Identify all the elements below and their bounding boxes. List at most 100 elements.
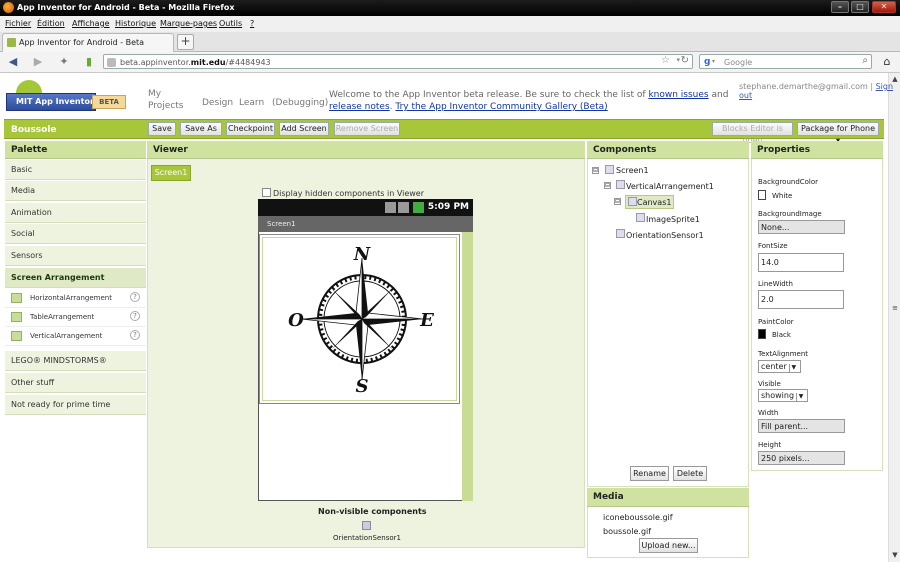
back-icon[interactable]: ◀	[6, 55, 20, 69]
rename-button[interactable]: Rename	[630, 466, 669, 481]
checkpoint-button[interactable]: Checkpoint	[226, 122, 275, 136]
width-picker[interactable]: Fill parent...	[758, 419, 845, 433]
background-image-picker[interactable]: None...	[758, 220, 845, 234]
google-icon: g	[704, 57, 711, 67]
url-dropdown-icon[interactable]: ▾	[676, 56, 680, 64]
menu-fichier[interactable]: Fichier	[5, 19, 31, 28]
background-color-value[interactable]: White	[772, 192, 792, 200]
blocks-editor-button[interactable]: Blocks Editor is open	[712, 122, 793, 145]
remove-screen-button[interactable]: Remove Screen	[334, 122, 400, 136]
visible-select[interactable]: showing ▼	[758, 389, 809, 402]
tree-item-screen1[interactable]: Screen1	[616, 166, 649, 175]
palette-category-basic[interactable]: Basic	[5, 160, 146, 180]
menu-affichage[interactable]: Affichage	[72, 19, 110, 28]
background-color-swatch[interactable]	[758, 190, 766, 200]
palette-category-lego[interactable]: LEGO® MINDSTORMS®	[5, 351, 146, 371]
screen-tab[interactable]: Screen1	[151, 165, 191, 181]
palette-category-other-stuff[interactable]: Other stuff	[5, 373, 146, 393]
help-icon[interactable]: ?	[130, 330, 140, 340]
nav-design[interactable]: Design	[202, 98, 233, 108]
reload-icon[interactable]: ↻	[681, 55, 689, 66]
sprite-icon	[636, 213, 645, 222]
new-tab-button[interactable]: +	[177, 34, 194, 50]
addons-icon[interactable]: ✦	[57, 55, 71, 69]
palette-header: Palette	[5, 141, 146, 159]
delete-button[interactable]: Delete	[673, 466, 707, 481]
nav-debugging[interactable]: (Debugging)	[272, 98, 328, 108]
palette-item-horizontal-arrangement[interactable]: HorizontalArrangement ?	[5, 289, 146, 308]
upload-new-button[interactable]: Upload new...	[639, 538, 698, 553]
browser-tab[interactable]: App Inventor for Android - Beta	[2, 33, 174, 52]
tree-item-orientationsensor1[interactable]: OrientationSensor1	[626, 231, 704, 240]
engine-dropdown-icon[interactable]: ▾	[712, 58, 715, 65]
compass-rose-icon[interactable]: N E S O	[263, 238, 456, 400]
display-hidden-checkbox[interactable]: Display hidden components in Viewer	[262, 188, 424, 198]
tree-item-canvas1[interactable]: Canvas1	[625, 195, 675, 209]
account-info: stephane.demarthe@gmail.com | Sign out	[739, 82, 894, 100]
compass-north-label: N	[353, 244, 372, 265]
gallery-link[interactable]: Try the App Inventor Community Gallery (…	[395, 102, 607, 112]
paint-color-swatch[interactable]	[758, 329, 766, 339]
palette-item-table-arrangement[interactable]: TableArrangement ?	[5, 308, 146, 327]
tree-item-vertical-arrangement1[interactable]: VerticalArrangement1	[626, 182, 714, 191]
close-button[interactable]: ✕	[872, 1, 896, 13]
tree-toggle-icon[interactable]: ⊟	[592, 167, 599, 174]
beta-badge: BETA	[92, 95, 126, 109]
known-issues-link[interactable]: known issues	[648, 90, 708, 100]
palette-category-media[interactable]: Media	[5, 181, 146, 201]
minimize-button[interactable]: –	[831, 1, 849, 13]
font-size-input[interactable]: 14.0	[758, 253, 844, 272]
media-file-1[interactable]: iconeboussole.gif	[603, 513, 673, 522]
compass-south-label: S	[356, 376, 369, 397]
page-scrollbar[interactable]: ▲ ≡ ▼	[888, 73, 900, 562]
height-picker[interactable]: 250 pixels...	[758, 451, 845, 465]
url-bar[interactable]: beta.appinventor.mit.edu/#4484943 ☆ ▾ ↻	[103, 54, 693, 69]
scroll-down-icon[interactable]: ▼	[891, 551, 899, 559]
scroll-thumb-grip[interactable]: ≡	[891, 304, 899, 312]
palette-category-social[interactable]: Social	[5, 224, 146, 244]
palette-category-animation[interactable]: Animation	[5, 203, 146, 223]
signal-icon[interactable]: ▮	[82, 55, 96, 69]
maximize-button[interactable]: □	[851, 1, 869, 13]
menu-edition[interactable]: Édition	[37, 19, 65, 28]
text-alignment-select[interactable]: center ▼	[758, 360, 801, 373]
help-icon[interactable]: ?	[130, 311, 140, 321]
account-email: stephane.demarthe@gmail.com	[739, 82, 868, 91]
bookmark-star-icon[interactable]: ☆	[661, 55, 670, 66]
tree-toggle-icon[interactable]: ⊟	[614, 198, 621, 205]
palette-category-sensors[interactable]: Sensors	[5, 246, 146, 266]
palette-category-not-ready[interactable]: Not ready for prime time	[5, 395, 146, 415]
release-notes-link[interactable]: release notes	[329, 102, 390, 112]
prop-label-line-width: LineWidth	[758, 280, 793, 288]
save-button[interactable]: Save	[148, 122, 176, 136]
menu-marque-pages[interactable]: Marque-pages	[160, 19, 217, 28]
app-inventor-logo[interactable]: MIT App Inventor BETA	[6, 80, 126, 114]
nav-my-projects[interactable]: My Projects	[148, 88, 188, 112]
media-file-2[interactable]: boussole.gif	[603, 527, 651, 536]
add-screen-button[interactable]: Add Screen	[279, 122, 329, 136]
checkbox-icon[interactable]	[262, 188, 271, 197]
canvas-icon	[628, 197, 637, 206]
canvas-preview[interactable]: N E S O	[262, 237, 457, 401]
nav-learn[interactable]: Learn	[239, 98, 264, 108]
menu-outils[interactable]: Outils	[219, 19, 242, 28]
prop-label-width: Width	[758, 409, 779, 417]
menu-historique[interactable]: Historique	[115, 19, 156, 28]
palette-item-vertical-arrangement[interactable]: VerticalArrangement ?	[5, 327, 146, 346]
help-icon[interactable]: ?	[130, 292, 140, 302]
battery-icon	[413, 202, 424, 213]
menu-help[interactable]: ?	[250, 19, 254, 28]
search-icon[interactable]: ⌕	[862, 55, 868, 66]
tree-toggle-icon[interactable]: ⊟	[604, 182, 611, 189]
palette-category-screen-arrangement[interactable]: Screen Arrangement	[5, 268, 146, 288]
tree-item-imagesprite1[interactable]: ImageSprite1	[646, 215, 700, 224]
home-icon[interactable]: ⌂	[880, 55, 894, 69]
forward-icon[interactable]: ▶	[31, 55, 45, 69]
package-for-phone-button[interactable]: Package for Phone ▾	[797, 122, 879, 145]
save-as-button[interactable]: Save As	[180, 122, 222, 136]
line-width-input[interactable]: 2.0	[758, 290, 844, 309]
orientation-sensor-icon[interactable]	[362, 521, 371, 530]
search-box[interactable]: g ▾ Google ⌕	[699, 54, 872, 69]
paint-color-value[interactable]: Black	[772, 331, 791, 339]
components-header: Components	[587, 141, 749, 159]
